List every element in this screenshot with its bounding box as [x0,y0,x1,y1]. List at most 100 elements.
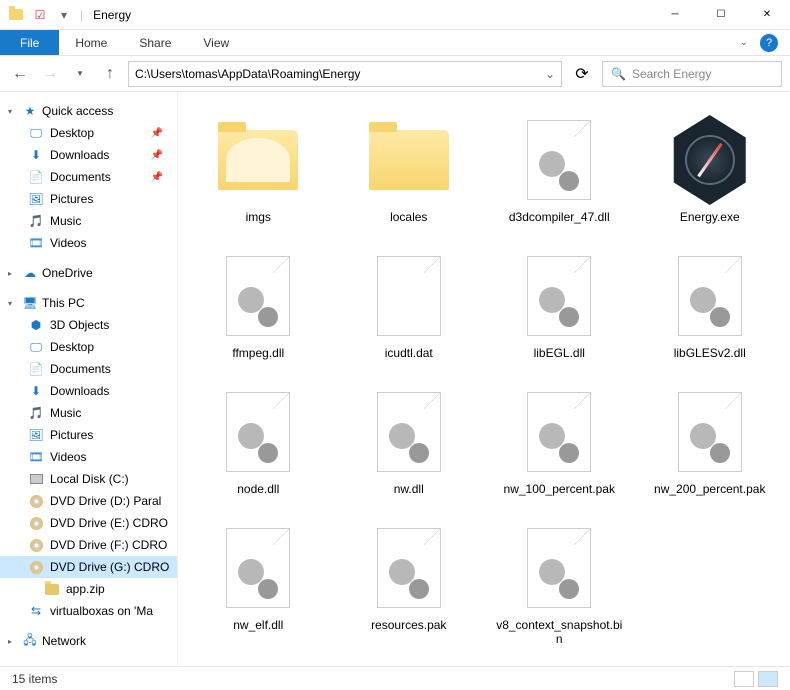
sidebar-item-dvd-drive-e-cdro[interactable]: DVD Drive (E:) CDRO [0,512,177,534]
file-item[interactable]: icudtl.dat [339,244,480,364]
maximize-button[interactable]: ☐ [698,0,744,30]
file-item[interactable]: locales [339,108,480,228]
sidebar-item-3d-objects[interactable]: ⬢ 3D Objects [0,314,177,336]
details-view-button[interactable] [734,671,754,687]
sidebar-item-label: Downloads [50,384,109,398]
window-title: Energy [83,8,131,22]
sidebar-item-desktop[interactable]: 🖵 Desktop 📌 [0,122,177,144]
3d-icon: ⬢ [28,317,44,333]
sidebar-item-documents[interactable]: 📄 Documents 📌 [0,166,177,188]
sidebar-item-videos[interactable]: 🎞 Videos [0,232,177,254]
sidebar-item-downloads[interactable]: ⬇ Downloads [0,380,177,402]
forward-button[interactable]: → [38,62,62,86]
file-icon [527,392,591,472]
sidebar-item-label: 3D Objects [50,318,109,332]
videos-icon: 🎞 [28,449,44,465]
file-item[interactable]: nw_elf.dll [188,516,329,650]
file-item[interactable]: v8_context_snapshot.bin [489,516,630,650]
file-item[interactable]: imgs [188,108,329,228]
minimize-button[interactable]: ─ [652,0,698,30]
disk-icon [28,471,44,487]
close-button[interactable]: ✕ [744,0,790,30]
file-item[interactable]: libGLESv2.dll [640,244,781,364]
status-item-count: 15 items [12,672,57,686]
sidebar-item-dvd-drive-f-cdro[interactable]: DVD Drive (F:) CDRO [0,534,177,556]
sidebar-item-local-disk-c-[interactable]: Local Disk (C:) [0,468,177,490]
qat-dropdown-icon[interactable]: ▾ [56,7,72,23]
sidebar-item-desktop[interactable]: 🖵 Desktop [0,336,177,358]
navigation-pane[interactable]: ▾ ★ Quick access 🖵 Desktop 📌⬇ Downloads … [0,92,178,666]
sidebar-item-label: Music [50,406,81,420]
sidebar-item-pictures[interactable]: 🖼 Pictures [0,188,177,210]
sidebar-item-pictures[interactable]: 🖼 Pictures [0,424,177,446]
file-item[interactable]: nw.dll [339,380,480,500]
file-item[interactable]: ffmpeg.dll [188,244,329,364]
address-bar[interactable]: C:\Users\tomas\AppData\Roaming\Energy ⌄ [128,61,562,87]
ribbon-tab-home[interactable]: Home [59,30,123,55]
desktop-icon: 🖵 [28,125,44,141]
sidebar-item-music[interactable]: 🎵 Music [0,402,177,424]
sidebar-item-virtualboxas-on-ma[interactable]: ⇆ virtualboxas on 'Ma [0,600,177,622]
ribbon-tab-file[interactable]: File [0,30,59,55]
file-list-pane[interactable]: imgslocalesd3dcompiler_47.dllEnergy.exe f… [178,92,790,666]
qat-check-icon[interactable]: ☑ [32,7,48,23]
file-name-label: icudtl.dat [385,346,433,360]
sidebar-item-label: Desktop [50,340,94,354]
up-button[interactable]: ↑ [98,62,122,86]
search-placeholder: Search Energy [632,67,711,81]
file-item[interactable]: node.dll [188,380,329,500]
network-icon: 🖧 [22,633,38,649]
refresh-button[interactable]: ⟳ [568,61,596,87]
sidebar-item-documents[interactable]: 📄 Documents [0,358,177,380]
sidebar-item-downloads[interactable]: ⬇ Downloads 📌 [0,144,177,166]
search-input[interactable]: 🔍 Search Energy [602,61,782,87]
ribbon-tab-view[interactable]: View [187,30,245,55]
documents-icon: 📄 [28,361,44,377]
sidebar-quick-access[interactable]: ▾ ★ Quick access [0,100,177,122]
file-name-label: node.dll [237,482,279,496]
file-name-label: nw.dll [394,482,424,496]
file-item[interactable]: nw_200_percent.pak [640,380,781,500]
address-dropdown-icon[interactable]: ⌄ [539,67,555,81]
file-icon [226,528,290,608]
sidebar-item-label: Pictures [50,192,93,206]
file-icon [527,120,591,200]
sidebar-onedrive-label: OneDrive [42,266,93,280]
file-name-label: libGLESv2.dll [674,346,746,360]
file-name-label: nw_100_percent.pak [504,482,615,496]
file-icon [527,528,591,608]
ribbon-tab-share[interactable]: Share [123,30,187,55]
chevron-down-icon: ▾ [8,107,18,116]
help-icon[interactable]: ? [760,34,778,52]
dvd-icon [28,515,44,531]
sidebar-item-music[interactable]: 🎵 Music [0,210,177,232]
sidebar-item-dvd-drive-d-paral[interactable]: DVD Drive (D:) Paral [0,490,177,512]
file-item[interactable]: d3dcompiler_47.dll [489,108,630,228]
large-icons-view-button[interactable] [758,671,778,687]
computer-icon: 🖥 [22,295,38,311]
sidebar-item-videos[interactable]: 🎞 Videos [0,446,177,468]
search-icon: 🔍 [611,67,626,81]
file-name-label: v8_context_snapshot.bin [493,618,626,646]
sidebar-network[interactable]: ▸ 🖧 Network [0,630,177,652]
sidebar-onedrive[interactable]: ▸ ☁ OneDrive [0,262,177,284]
file-icon [527,256,591,336]
videos-icon: 🎞 [28,235,44,251]
chevron-right-icon: ▸ [8,269,18,278]
dvd-icon [28,537,44,553]
file-icon [678,256,742,336]
sidebar-item-label: Pictures [50,428,93,442]
sidebar-item-dvd-drive-g-cdro[interactable]: DVD Drive (G:) CDRO [0,556,177,578]
file-item[interactable]: resources.pak [339,516,480,650]
file-item[interactable]: nw_100_percent.pak [489,380,630,500]
music-icon: 🎵 [28,213,44,229]
sidebar-item-label: DVD Drive (G:) CDRO [50,560,169,574]
recent-locations-dropdown[interactable]: ▾ [68,62,92,86]
sidebar-item-app-zip[interactable]: app.zip [0,578,177,600]
ribbon-expand-icon[interactable]: ⌄ [740,37,748,48]
music-icon: 🎵 [28,405,44,421]
sidebar-this-pc[interactable]: ▾ 🖥 This PC [0,292,177,314]
back-button[interactable]: ← [8,62,32,86]
file-item[interactable]: Energy.exe [640,108,781,228]
file-item[interactable]: libEGL.dll [489,244,630,364]
